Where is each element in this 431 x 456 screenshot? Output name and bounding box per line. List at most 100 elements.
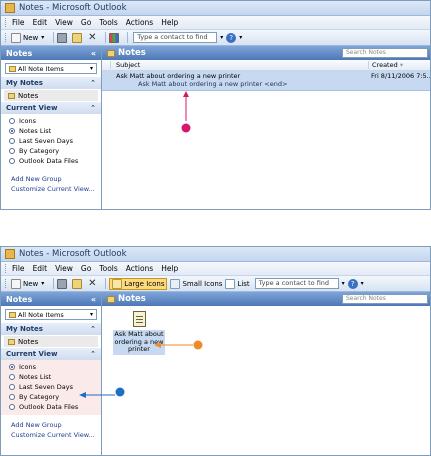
main-pane-header: Notes Search Notes	[102, 46, 430, 60]
menu-tools[interactable]: Tools	[99, 18, 117, 27]
small-icons-button[interactable]: Small Icons	[170, 278, 222, 289]
move-to-folder-icon	[72, 32, 83, 43]
new-button-label: New	[23, 279, 39, 288]
view-option-last-seven-days[interactable]: Last Seven Days	[9, 382, 101, 392]
view-option-outlook-data-files[interactable]: Outlook Data Files	[9, 156, 101, 166]
current-view-section[interactable]: Current View ⌃	[1, 348, 101, 360]
menu-help[interactable]: Help	[161, 18, 178, 27]
move-to-folder-button[interactable]	[72, 278, 84, 289]
move-to-folder-icon	[72, 278, 83, 289]
chevron-down-icon[interactable]: ▾	[358, 278, 367, 289]
large-icons-button[interactable]: Large Icons	[109, 277, 168, 290]
note-icon-item[interactable]: Ask Matt about ordering a new printer	[113, 311, 165, 355]
collapse-icon[interactable]: «	[91, 295, 96, 304]
find-contact-input[interactable]: Type a contact to find	[133, 32, 218, 43]
menu-edit[interactable]: Edit	[33, 18, 48, 27]
collapse-icon[interactable]: «	[91, 49, 96, 58]
chevron-down-icon[interactable]: ▾	[339, 278, 348, 289]
nav-pane-title: Notes	[6, 48, 33, 58]
callout-dot	[181, 123, 191, 133]
chevron-down-icon[interactable]: ▾	[236, 32, 245, 43]
new-button-label: New	[23, 33, 39, 42]
callout-arrow-icon	[183, 91, 189, 97]
folder-select[interactable]: All Note Items ▾	[5, 63, 97, 74]
find-contact-input[interactable]: Type a contact to find	[254, 278, 339, 289]
notes-folder-icon	[9, 65, 16, 72]
radio-icon	[9, 394, 15, 400]
sidebar-item-label: Notes	[18, 337, 39, 346]
menu-actions[interactable]: Actions	[126, 264, 153, 273]
outlook-app-icon	[5, 3, 15, 13]
view-option-last-seven-days[interactable]: Last Seven Days	[9, 136, 101, 146]
print-button[interactable]	[57, 32, 69, 43]
large-icons-label: Large Icons	[124, 279, 165, 288]
menu-edit[interactable]: Edit	[33, 264, 48, 273]
my-notes-section[interactable]: My Notes ⌃	[1, 323, 101, 335]
radio-selected-icon	[9, 364, 15, 370]
add-new-group-link[interactable]: Add New Group	[11, 175, 101, 185]
move-to-folder-button[interactable]	[72, 32, 84, 43]
list-button[interactable]: List	[225, 278, 250, 289]
list-label: List	[237, 279, 250, 288]
navigation-pane: Notes « All Note Items ▾ My Notes ⌃ Note…	[1, 46, 102, 209]
current-view-section[interactable]: Current View ⌃	[1, 102, 101, 114]
view-option-label: Icons	[19, 117, 36, 125]
row-created: Fri 8/11/2006 7:5...	[371, 72, 430, 80]
created-column-header[interactable]: Created ▾	[368, 61, 430, 69]
menu-view[interactable]: View	[55, 18, 73, 27]
menu-view[interactable]: View	[55, 264, 73, 273]
print-button[interactable]	[57, 278, 69, 289]
delete-icon: ✕	[88, 31, 97, 43]
view-option-notes-list[interactable]: Notes List	[9, 372, 101, 382]
view-options: Icons Notes List Last Seven Days By Cate…	[1, 114, 101, 169]
help-icon[interactable]: ?	[226, 32, 237, 43]
table-row[interactable]: Ask Matt about ordering a new printer Fr…	[102, 71, 430, 91]
row-preview: Ask Matt about ordering a new printer <e…	[138, 80, 288, 88]
window-title: Notes - Microsoft Outlook	[19, 3, 127, 13]
view-option-notes-list[interactable]: Notes List	[9, 126, 101, 136]
view-option-icons[interactable]: Icons	[9, 362, 101, 372]
folder-select[interactable]: All Note Items ▾	[5, 309, 97, 320]
chevron-down-icon: ▾	[41, 34, 45, 41]
search-notes-input[interactable]: Search Notes	[342, 294, 428, 304]
current-view-title: Current View	[6, 350, 58, 358]
notes-list-empty-area	[102, 91, 430, 209]
help-icon[interactable]: ?	[347, 278, 358, 289]
menu-go[interactable]: Go	[81, 264, 91, 273]
subject-column-header[interactable]: Subject	[110, 61, 368, 69]
menu-help[interactable]: Help	[161, 264, 178, 273]
my-notes-title: My Notes	[6, 79, 43, 87]
toolbar-separator	[53, 32, 55, 43]
view-option-by-category[interactable]: By Category	[9, 392, 101, 402]
chevron-down-icon[interactable]: ▾	[217, 32, 226, 43]
categorize-button[interactable]	[109, 32, 121, 43]
toolbar-grip-icon	[5, 279, 8, 288]
search-notes-input[interactable]: Search Notes	[342, 48, 428, 58]
menu-tools[interactable]: Tools	[99, 264, 117, 273]
note-icon	[132, 311, 146, 327]
add-new-group-link[interactable]: Add New Group	[11, 421, 101, 431]
delete-button[interactable]: ✕	[87, 31, 99, 43]
delete-button[interactable]: ✕	[87, 278, 99, 289]
new-button[interactable]: New ▾	[11, 32, 47, 43]
customize-current-view-link[interactable]: Customize Current View...	[11, 185, 101, 195]
menu-file[interactable]: File	[12, 18, 25, 27]
customize-current-view-link[interactable]: Customize Current View...	[11, 431, 101, 441]
my-notes-section[interactable]: My Notes ⌃	[1, 77, 101, 89]
menu-actions[interactable]: Actions	[126, 18, 153, 27]
radio-icon	[9, 374, 15, 380]
menu-bar: File Edit View Go Tools Actions Help	[1, 262, 430, 276]
sidebar-item-notes[interactable]: Notes	[4, 336, 98, 347]
title-bar: Notes - Microsoft Outlook	[1, 247, 430, 262]
view-option-by-category[interactable]: By Category	[9, 146, 101, 156]
categorize-icon	[109, 32, 120, 43]
view-option-outlook-data-files[interactable]: Outlook Data Files	[9, 402, 101, 412]
new-button[interactable]: New ▾	[11, 278, 47, 289]
notes-folder-icon	[9, 311, 16, 318]
view-option-icons[interactable]: Icons	[9, 116, 101, 126]
menu-file[interactable]: File	[12, 264, 25, 273]
folder-select-label: All Note Items	[18, 310, 64, 319]
sidebar-item-notes[interactable]: Notes	[4, 90, 98, 101]
nav-links: Add New Group Customize Current View...	[1, 415, 101, 441]
menu-go[interactable]: Go	[81, 18, 91, 27]
